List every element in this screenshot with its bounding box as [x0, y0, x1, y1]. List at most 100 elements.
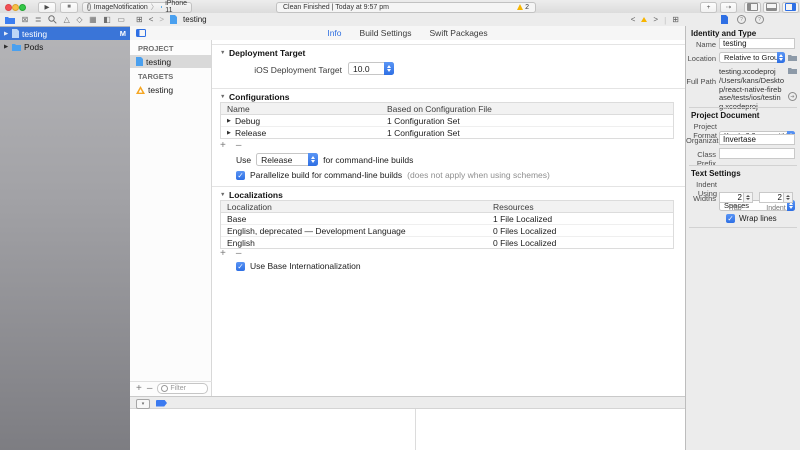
next-issue-button[interactable]: >	[653, 15, 658, 24]
quick-help-inspector-tab-icon[interactable]: ?	[737, 15, 746, 24]
jump-bar-file-name[interactable]: testing	[183, 15, 207, 24]
library-button[interactable]: +	[700, 2, 717, 13]
disclosure-icon[interactable]: ▼	[220, 94, 225, 100]
filter-field[interactable]: Filter	[157, 383, 208, 394]
debug-area[interactable]	[130, 409, 685, 450]
add-localization-button[interactable]: +	[220, 248, 226, 259]
test-navigator-icon[interactable]: ◇	[76, 16, 82, 24]
localizations-add-remove: + –	[220, 248, 241, 259]
toggle-inspector-button[interactable]	[782, 2, 799, 13]
tab-overview-icon[interactable]: ⊞	[136, 15, 143, 24]
disclosure-icon[interactable]: ▶	[227, 118, 232, 124]
column-based-on[interactable]: Based on Configuration File	[381, 104, 673, 114]
stop-button[interactable]: ■	[60, 2, 78, 13]
class-prefix-field[interactable]	[719, 148, 795, 159]
remove-configuration-button[interactable]: –	[236, 140, 242, 151]
section-title: Deployment Target	[229, 48, 305, 58]
command-line-config-popup[interactable]: Release	[256, 153, 318, 166]
open-in-finder-arrow-icon[interactable]: ➔	[788, 92, 797, 101]
issue-navigator-icon[interactable]: △	[64, 16, 70, 24]
tab-width-stepper[interactable]: 2	[719, 192, 753, 203]
editor-options-button[interactable]: ⇢	[720, 2, 737, 13]
issue-warning-icon[interactable]	[641, 17, 647, 22]
navigator-panel-icon	[747, 3, 758, 11]
tab-info[interactable]: Info	[327, 28, 341, 38]
related-items-grid-icon[interactable]: ⊞	[672, 15, 679, 24]
find-navigator-icon[interactable]	[48, 15, 57, 24]
warning-count[interactable]: 2	[525, 4, 529, 11]
target-item-testing[interactable]: testing	[130, 83, 211, 96]
disclosure-icon[interactable]: ▶	[4, 44, 9, 50]
table-row[interactable]: Base 1 File Localized	[221, 213, 673, 225]
file-inspector-tab-icon[interactable]	[721, 15, 728, 24]
scheme-target-name[interactable]: ImageNotification	[94, 4, 148, 11]
table-row[interactable]: English, deprecated — Development Langua…	[221, 225, 673, 237]
combobox-value: 10.0	[349, 64, 370, 74]
remove-localization-button[interactable]: –	[236, 248, 242, 259]
scheme-device-name[interactable]: iPhone 11	[165, 0, 187, 14]
disclosure-icon[interactable]: ▼	[220, 192, 225, 198]
hide-debug-area-button[interactable]: ▾	[136, 399, 150, 409]
plus-icon: +	[707, 4, 711, 11]
project-item-testing[interactable]: testing	[130, 55, 211, 68]
full-path-text: /Users/kans/Desktop/react-native-firebas…	[719, 77, 785, 111]
location-popup[interactable]: Relative to Group	[719, 52, 785, 63]
sidebar-item-testing[interactable]: ▶ testing M	[0, 27, 130, 40]
column-name[interactable]: Name	[221, 104, 381, 114]
column-localization[interactable]: Localization	[221, 202, 487, 212]
section-localizations[interactable]: ▼ Localizations	[220, 190, 283, 200]
symbol-navigator-icon[interactable]: ≣	[35, 16, 42, 24]
section-deployment-target[interactable]: ▼ Deployment Target	[220, 48, 305, 58]
table-row[interactable]: ▶Release 1 Configuration Set	[221, 127, 673, 138]
sidebar-item-pods[interactable]: ▶ Pods	[0, 40, 130, 53]
forward-button[interactable]: >	[159, 15, 164, 24]
console-divider[interactable]	[415, 409, 416, 450]
stop-icon: ■	[67, 4, 71, 10]
column-resources[interactable]: Resources	[487, 202, 673, 212]
remove-target-button[interactable]: –	[147, 383, 153, 394]
previous-issue-button[interactable]: <	[631, 15, 636, 24]
table-row[interactable]: ▶Debug 1 Configuration Set	[221, 115, 673, 127]
add-configuration-button[interactable]: +	[220, 140, 226, 151]
stepper-icon[interactable]	[783, 193, 792, 202]
hide-project-list-icon[interactable]	[136, 29, 146, 37]
close-window-button[interactable]	[5, 4, 12, 11]
use-label: Use	[236, 155, 251, 165]
indent-width-stepper[interactable]: 2	[759, 192, 793, 203]
configurations-table: Name Based on Configuration File ▶Debug …	[220, 102, 674, 139]
organization-field[interactable]	[719, 134, 795, 145]
source-control-navigator-icon[interactable]: ⊠	[22, 16, 29, 24]
section-configurations[interactable]: ▼ Configurations	[220, 92, 289, 102]
disclosure-icon[interactable]: ▼	[220, 50, 225, 56]
disclosure-icon[interactable]: ▶	[4, 31, 9, 37]
scheme-selector[interactable]: i ImageNotification 〉 iPhone 11	[82, 2, 192, 13]
minimize-window-button[interactable]	[12, 4, 19, 11]
table-header: Name Based on Configuration File	[221, 103, 673, 115]
stepper-icon[interactable]	[743, 193, 752, 202]
window-titlebar: ▶ ■ i ImageNotification 〉 iPhone 11 Clea…	[0, 0, 800, 14]
project-navigator-icon[interactable]	[5, 16, 15, 24]
toggle-navigator-button[interactable]	[744, 2, 761, 13]
name-field[interactable]	[719, 38, 795, 49]
tab-swift-packages[interactable]: Swift Packages	[430, 28, 488, 38]
base-internationalization-checkbox[interactable]	[236, 262, 245, 271]
location-folder-icon[interactable]	[788, 54, 797, 61]
tab-build-settings[interactable]: Build Settings	[360, 28, 412, 38]
breakpoint-navigator-icon[interactable]: ◧	[103, 16, 111, 24]
ios-deployment-target-combobox[interactable]: 10.0	[348, 62, 394, 75]
file-folder-icon[interactable]	[788, 67, 797, 74]
activity-viewer[interactable]: Clean Finished | Today at 9:57 pm 2	[276, 2, 536, 13]
wrap-lines-checkbox[interactable]	[726, 214, 735, 223]
debug-navigator-icon[interactable]: ▦	[89, 16, 97, 24]
add-target-button[interactable]: +	[136, 383, 142, 394]
toggle-debug-area-button[interactable]	[763, 2, 780, 13]
run-button[interactable]: ▶	[38, 2, 56, 13]
zoom-window-button[interactable]	[19, 4, 26, 11]
breakpoints-toggle-icon[interactable]	[156, 400, 167, 407]
history-inspector-tab-icon[interactable]: ?	[755, 15, 764, 24]
table-row[interactable]: English 0 Files Localized	[221, 237, 673, 248]
report-navigator-icon[interactable]: ▭	[117, 16, 125, 24]
parallelize-checkbox[interactable]	[236, 171, 245, 180]
disclosure-icon[interactable]: ▶	[227, 130, 232, 136]
back-button[interactable]: <	[149, 15, 154, 24]
